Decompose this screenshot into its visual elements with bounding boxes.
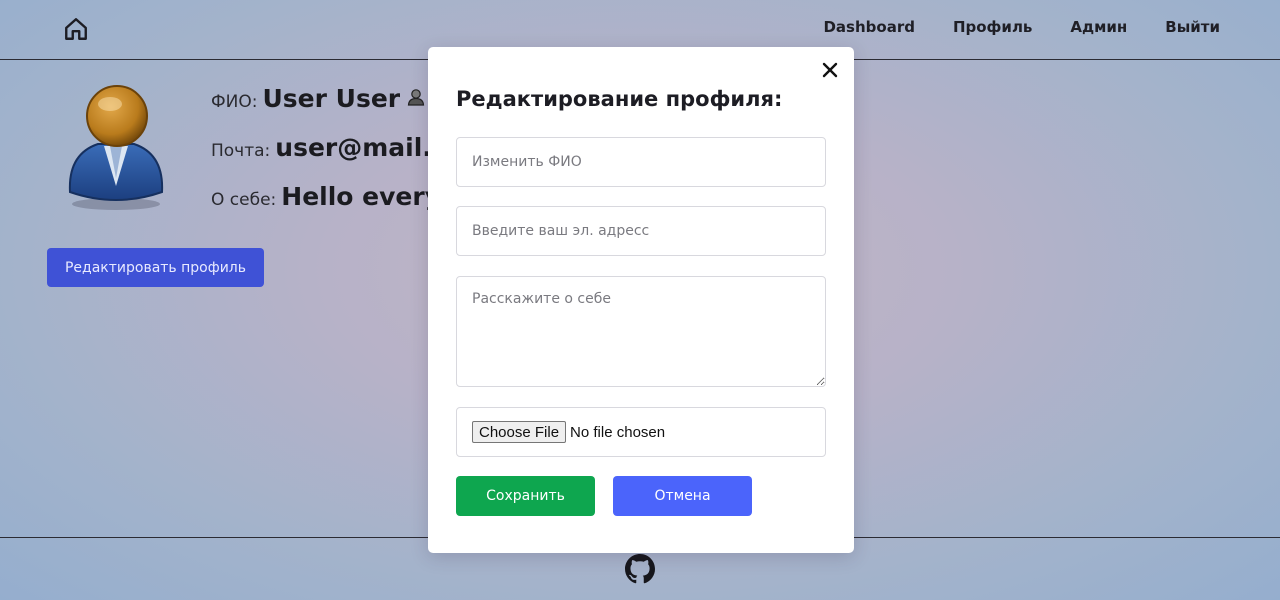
about-textarea[interactable] — [456, 276, 826, 387]
nav-link-logout[interactable]: Выйти — [1165, 18, 1220, 36]
user-avatar-icon — [60, 82, 172, 212]
name-value: User User — [262, 84, 401, 113]
profile-info: ФИО: User User Почта: user@mail. О себе:… — [211, 84, 441, 231]
profile-email-row: Почта: user@mail. — [211, 133, 441, 182]
cancel-button[interactable]: Отмена — [613, 476, 752, 516]
email-value: user@mail. — [275, 133, 432, 162]
name-input[interactable] — [456, 137, 826, 187]
about-label: О себе: — [211, 190, 277, 210]
profile-name-row: ФИО: User User — [211, 84, 441, 133]
nav-link-admin[interactable]: Админ — [1070, 18, 1127, 36]
email-input[interactable] — [456, 206, 826, 256]
user-icon — [406, 87, 426, 107]
save-button[interactable]: Сохранить — [456, 476, 595, 516]
edit-profile-button[interactable]: Редактировать профиль — [47, 248, 264, 287]
home-icon[interactable] — [63, 16, 89, 42]
nav-links: Dashboard Профиль Админ Выйти — [823, 18, 1220, 36]
modal-title: Редактирование профиля: — [456, 87, 783, 111]
file-input: Choose File No file chosen — [456, 407, 826, 457]
close-icon[interactable] — [822, 62, 838, 78]
email-label: Почта: — [211, 141, 271, 161]
nav-link-profile[interactable]: Профиль — [953, 18, 1032, 36]
github-icon[interactable] — [625, 554, 655, 584]
choose-file-button[interactable]: Choose File — [472, 421, 567, 443]
file-status: No file chosen — [570, 423, 666, 441]
nav-link-dashboard[interactable]: Dashboard — [823, 18, 914, 36]
profile-about-row: О себе: Hello every — [211, 182, 441, 231]
name-label: ФИО: — [211, 92, 258, 112]
edit-profile-modal: Редактирование профиля: Choose File No f… — [428, 47, 854, 553]
about-value: Hello every — [281, 182, 441, 211]
